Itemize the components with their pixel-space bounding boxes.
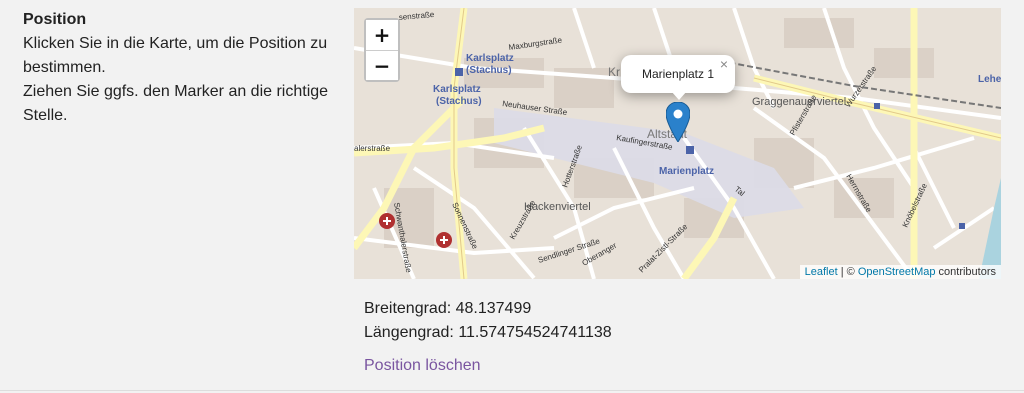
zoom-control: + − [364, 18, 400, 82]
popup-text: Marienplatz 1 [641, 67, 715, 81]
hospital-icon [379, 213, 395, 229]
longitude-row: Längengrad: 11.574754524741138 [364, 321, 612, 345]
section-title: Position [23, 11, 87, 28]
latitude-label: Breitengrad: [364, 300, 456, 317]
zoom-in-button[interactable]: + [366, 20, 398, 50]
attribution-contributors: contributors [935, 266, 996, 278]
longitude-label: Längengrad: [364, 324, 459, 341]
label-karlsplatz-2: Karlsplatz [433, 84, 481, 95]
coordinates: Breitengrad: 48.137499 Längengrad: 11.57… [364, 297, 612, 345]
instruction-text-1: Klicken Sie in die Karte, um die Positio… [23, 35, 328, 76]
map-tiles[interactable]: Karlsplatz (Stachus) Karlsplatz (Stachus… [354, 8, 1001, 279]
hospital-icon [436, 232, 452, 248]
leaflet-link[interactable]: Leaflet [805, 266, 838, 278]
clear-position-link[interactable]: Position löschen [364, 357, 481, 375]
label-stachus: (Stachus) [466, 65, 512, 76]
map[interactable]: Karlsplatz (Stachus) Karlsplatz (Stachus… [354, 8, 1001, 279]
longitude-value: 11.574754524741138 [458, 324, 612, 341]
location-marker-icon[interactable] [666, 102, 690, 142]
label-alerstrasse: alerstraße [354, 144, 391, 153]
instruction-text-2: Ziehen Sie ggfs. den Marker an die richt… [23, 83, 329, 124]
latitude-value: 48.137499 [455, 300, 532, 317]
zoom-out-button[interactable]: − [366, 50, 398, 80]
position-section: Position Klicken Sie in die Karte, um di… [23, 10, 343, 128]
marker-popup: Marienplatz 1 × [621, 55, 735, 100]
divider [0, 390, 1024, 391]
popup-tip [671, 91, 687, 100]
attribution-separator: | © [837, 266, 858, 278]
latitude-row: Breitengrad: 48.137499 [364, 297, 612, 321]
openstreetmap-link[interactable]: OpenStreetMap [858, 266, 936, 278]
map-attribution: Leaflet | © OpenStreetMap contributors [799, 265, 1001, 279]
label-stachus-2: (Stachus) [436, 96, 482, 107]
label-graggenauer: Graggenauerviertel [752, 96, 846, 108]
label-marienplatz: Marienplatz [659, 166, 714, 177]
label-karlsplatz: Karlsplatz [466, 53, 514, 64]
label-lehel: Lehel [978, 74, 1001, 85]
popup-close-icon[interactable]: × [720, 56, 728, 72]
label-kr: Kr [608, 65, 620, 79]
